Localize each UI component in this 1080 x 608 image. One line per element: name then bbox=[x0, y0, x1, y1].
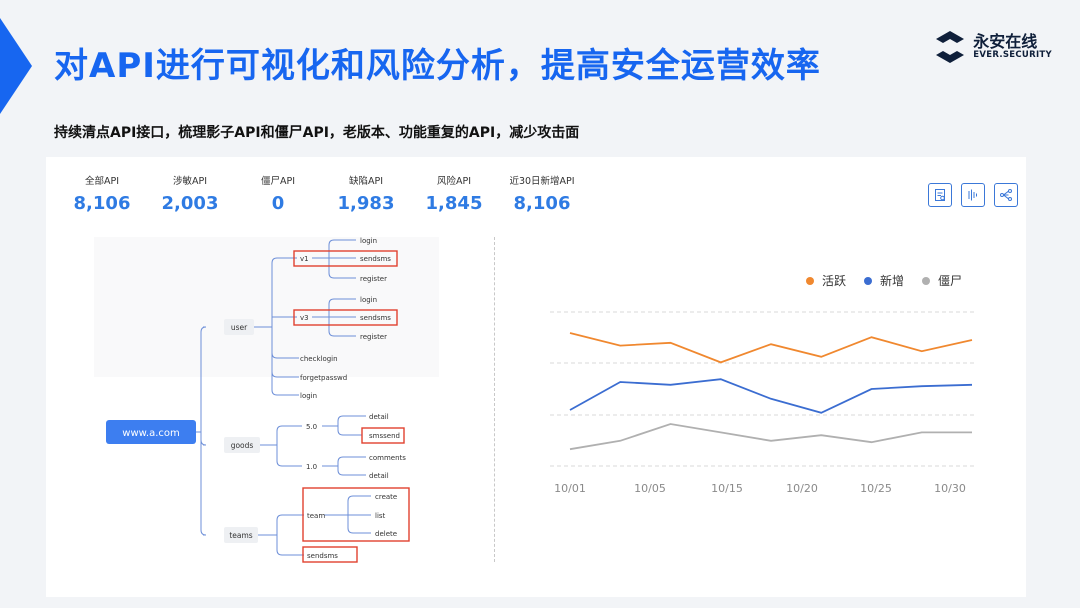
tree-leaf[interactable]: login bbox=[300, 392, 317, 400]
tree-node-v1[interactable]: v1 bbox=[300, 255, 309, 263]
x-tick-label: 10/30 bbox=[934, 482, 966, 495]
brand-mark-icon bbox=[936, 31, 965, 63]
legend-label: 新增 bbox=[880, 274, 905, 288]
series-line-2[interactable] bbox=[569, 423, 972, 451]
tree-leaf[interactable]: login bbox=[360, 296, 377, 304]
tree-root-label: www.a.com bbox=[122, 428, 179, 439]
x-tick-label: 10/20 bbox=[786, 482, 818, 495]
tree-leaf[interactable]: register bbox=[360, 275, 387, 283]
stat-label: 近30日新增API bbox=[509, 176, 575, 187]
series-line-1[interactable] bbox=[569, 378, 973, 414]
chart-legend: 活跃 新增 僵尸 bbox=[806, 272, 962, 289]
tree-leaf[interactable]: sendsms bbox=[307, 552, 338, 560]
x-tick-label: 10/25 bbox=[860, 482, 892, 495]
legend-dot-active bbox=[806, 276, 814, 285]
tree-node-team[interactable]: team bbox=[307, 512, 325, 520]
tree-leaf[interactable]: smssend bbox=[369, 432, 400, 440]
tree-leaf[interactable]: detail bbox=[369, 413, 389, 421]
legend-item-new[interactable]: 新增 bbox=[864, 272, 904, 289]
brand-name-cn: 永安在线 bbox=[973, 32, 1038, 52]
view-toolbar bbox=[928, 183, 1018, 207]
line-chart: 10/01 10/05 10/15 10/20 10/25 10/30 bbox=[550, 311, 975, 495]
tree-node-teams[interactable]: teams bbox=[229, 531, 252, 540]
tree-leaf[interactable]: register bbox=[360, 333, 387, 341]
share-icon[interactable] bbox=[994, 183, 1018, 207]
tree-leaf[interactable]: create bbox=[375, 493, 397, 501]
report-icon[interactable] bbox=[928, 183, 952, 207]
waveform-icon[interactable] bbox=[961, 183, 985, 207]
tree-node-goods[interactable]: goods bbox=[231, 441, 254, 450]
tree-node-user[interactable]: user bbox=[231, 323, 248, 332]
corner-accent bbox=[0, 18, 32, 114]
tree-leaf[interactable]: delete bbox=[375, 530, 397, 538]
brand-logo: 永安在线 EVER.SECURITY bbox=[935, 30, 1052, 64]
tree-leaf[interactable]: checklogin bbox=[300, 355, 338, 363]
dashboard-panel: 全部API 8,106 涉敏API 2,003 僵尸API 0 缺陷API 1,983 … bbox=[46, 157, 1026, 597]
tree-leaf[interactable]: sendsms bbox=[360, 314, 391, 322]
tree-node-v50[interactable]: 5.0 bbox=[306, 423, 317, 431]
x-tick-label: 10/15 bbox=[711, 482, 743, 495]
page-title: 对API进行可视化和风险分析，提高安全运营效率 bbox=[54, 46, 821, 86]
tree-leaf[interactable]: forgetpasswd bbox=[300, 374, 347, 382]
x-tick-label: 10/01 bbox=[554, 482, 586, 495]
x-tick-label: 10/05 bbox=[634, 482, 666, 495]
legend-label: 活跃 bbox=[822, 274, 847, 288]
panel-divider bbox=[494, 237, 495, 562]
tree-leaf[interactable]: detail bbox=[369, 472, 389, 480]
series-line-0[interactable] bbox=[569, 332, 973, 364]
stat-value: 8,106 bbox=[513, 193, 571, 214]
tree-leaf[interactable]: list bbox=[375, 512, 386, 520]
tree-leaf[interactable]: comments bbox=[369, 454, 406, 462]
brand-name-en: EVER.SECURITY bbox=[973, 49, 1052, 60]
legend-item-zombie[interactable]: 僵尸 bbox=[922, 272, 962, 289]
api-tree: www.a.com user goods teams v1 v3 login s… bbox=[94, 237, 439, 563]
legend-dot-new bbox=[864, 276, 873, 285]
legend-item-active[interactable]: 活跃 bbox=[806, 272, 846, 289]
legend-label: 僵尸 bbox=[938, 274, 963, 288]
tree-leaf[interactable]: login bbox=[360, 237, 377, 245]
tree-leaf[interactable]: sendsms bbox=[360, 255, 391, 263]
tree-node-v3[interactable]: v3 bbox=[300, 314, 309, 322]
stat-new-30d[interactable]: 近30日新增API 8,106 bbox=[498, 173, 586, 214]
tree-node-v10[interactable]: 1.0 bbox=[306, 463, 317, 471]
legend-dot-zombie bbox=[922, 276, 931, 285]
page-subtitle: 持续清点API接口，梳理影子API和僵尸API，老版本、功能重复的API，减少攻… bbox=[54, 125, 580, 141]
